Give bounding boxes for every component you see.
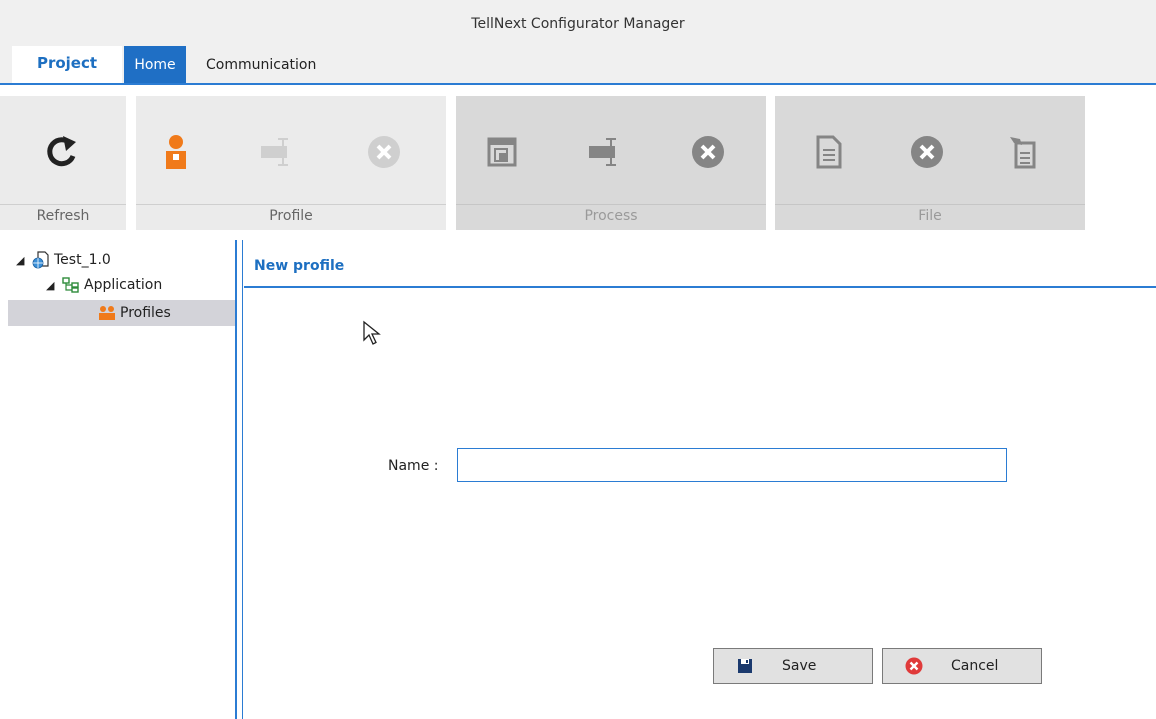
title-bar: TellNext Configurator Manager	[0, 0, 1156, 44]
mouse-cursor-icon	[363, 320, 381, 345]
file-delete-button[interactable]	[907, 132, 947, 172]
tree-item-label: Profiles	[120, 305, 171, 321]
name-label: Name :	[388, 458, 439, 474]
tree-item-label: Test_1.0	[54, 252, 111, 268]
refresh-icon	[47, 136, 76, 167]
window-title: TellNext Configurator Manager	[471, 16, 685, 32]
ribbon-group-label: File	[775, 204, 1085, 226]
file-edit-button[interactable]	[1005, 132, 1045, 172]
process-delete-button[interactable]	[688, 132, 728, 172]
rename-profile-button[interactable]	[256, 132, 296, 172]
ribbon-group-profile: Profile	[136, 96, 446, 230]
ribbon-group-label: Profile	[136, 204, 446, 226]
panel-header: New profile	[244, 240, 1156, 288]
save-button[interactable]: Save	[713, 648, 873, 684]
ribbon-group-file: File	[775, 96, 1085, 230]
menu-bar: Project Home Communication	[0, 44, 1156, 85]
project-tree: ◢ Test_1.0 ◢ Application Profiles	[0, 240, 235, 719]
save-button-label: Save	[782, 658, 817, 674]
document-icon	[816, 135, 842, 169]
tree-item-label: Application	[84, 277, 163, 293]
ribbon: Refresh Profile Process File	[0, 86, 1156, 238]
process-copy-button[interactable]	[482, 132, 522, 172]
save-icon	[736, 657, 754, 675]
tab-home[interactable]: Home	[124, 46, 186, 84]
tree-item-test[interactable]: ◢ Test_1.0	[16, 248, 111, 272]
panel-header-underline	[244, 286, 1156, 288]
panel-title: New profile	[254, 258, 345, 274]
add-profile-icon	[166, 135, 186, 169]
expand-arrow-icon[interactable]: ◢	[16, 254, 32, 267]
tree-structure-icon	[62, 276, 80, 294]
tree-item-profiles[interactable]: Profiles	[98, 301, 171, 325]
globe-document-icon	[32, 251, 50, 269]
tree-item-application[interactable]: ◢ Application	[46, 273, 162, 297]
edit-document-icon	[1010, 137, 1036, 169]
cancel-button-label: Cancel	[951, 658, 999, 674]
delete-icon	[692, 136, 724, 168]
file-new-button[interactable]	[809, 132, 849, 172]
rename-icon	[589, 138, 616, 166]
ribbon-group-process: Process	[456, 96, 766, 230]
name-input[interactable]	[457, 448, 1007, 482]
cancel-button[interactable]: Cancel	[882, 648, 1042, 684]
tab-communication[interactable]: Communication	[206, 46, 316, 84]
expand-arrow-icon[interactable]: ◢	[46, 279, 62, 292]
ribbon-group-refresh: Refresh	[0, 96, 126, 230]
process-rename-button[interactable]	[584, 132, 624, 172]
panel-splitter[interactable]	[235, 240, 243, 719]
cancel-icon	[905, 657, 923, 675]
rename-icon	[261, 138, 288, 166]
new-profile-panel: New profile Name : Save Cancel	[244, 240, 1156, 719]
copy-window-icon	[487, 137, 517, 167]
delete-icon	[911, 136, 943, 168]
add-profile-button[interactable]	[156, 132, 196, 172]
ribbon-group-label: Process	[456, 204, 766, 226]
delete-profile-button[interactable]	[364, 132, 404, 172]
refresh-button[interactable]	[42, 132, 82, 172]
menu-underline	[0, 83, 1156, 85]
users-icon	[98, 304, 116, 322]
delete-icon	[368, 136, 400, 168]
tab-project[interactable]: Project	[12, 46, 122, 84]
ribbon-group-label: Refresh	[0, 204, 126, 226]
